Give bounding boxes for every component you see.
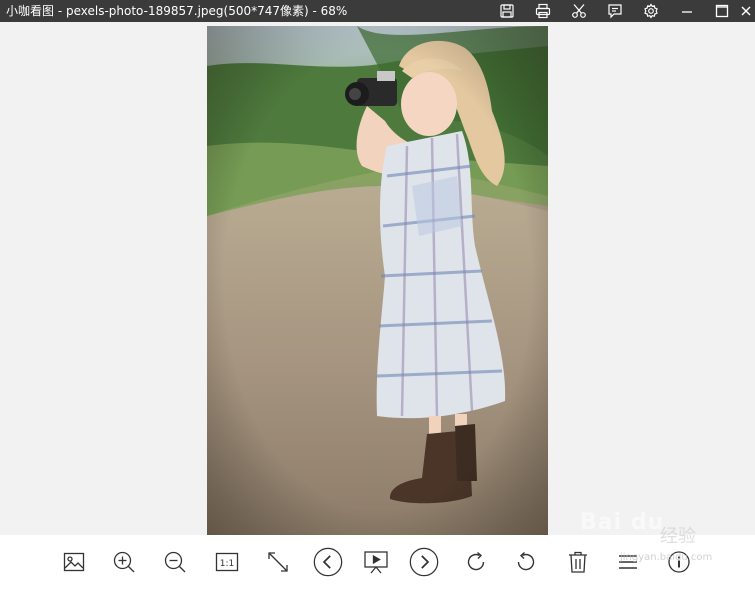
maximize-icon[interactable] (712, 1, 732, 21)
previous-icon[interactable] (313, 547, 343, 577)
window-title: 小咖看图 - pexels-photo-189857.jpeg(500*747像… (6, 4, 348, 18)
rotate-right-icon[interactable] (461, 547, 491, 577)
close-icon[interactable] (736, 1, 755, 21)
displayed-photo (207, 26, 548, 535)
actual-size-label: 1:1 (220, 559, 234, 569)
next-icon[interactable] (409, 547, 439, 577)
rotate-left-icon[interactable] (511, 547, 541, 577)
cut-icon[interactable] (569, 1, 589, 21)
zoom-out-icon[interactable] (160, 547, 190, 577)
settings-icon[interactable] (641, 1, 661, 21)
zoom-in-icon[interactable] (109, 547, 139, 577)
watermark-cn: 经验 (660, 526, 696, 547)
watermark-logo: Bai du (580, 510, 665, 535)
slideshow-icon[interactable] (361, 547, 391, 577)
delete-icon[interactable] (563, 547, 593, 577)
minimize-icon[interactable] (677, 1, 697, 21)
image-icon[interactable] (59, 547, 89, 577)
title-bar: 小咖看图 - pexels-photo-189857.jpeg(500*747像… (0, 0, 755, 22)
save-icon[interactable] (497, 1, 517, 21)
actual-size-icon[interactable]: 1:1 (212, 547, 242, 577)
fullscreen-icon[interactable] (263, 547, 293, 577)
print-icon[interactable] (533, 1, 553, 21)
watermark-url: jingyan.baidu.com (620, 552, 713, 563)
feedback-icon[interactable] (605, 1, 625, 21)
